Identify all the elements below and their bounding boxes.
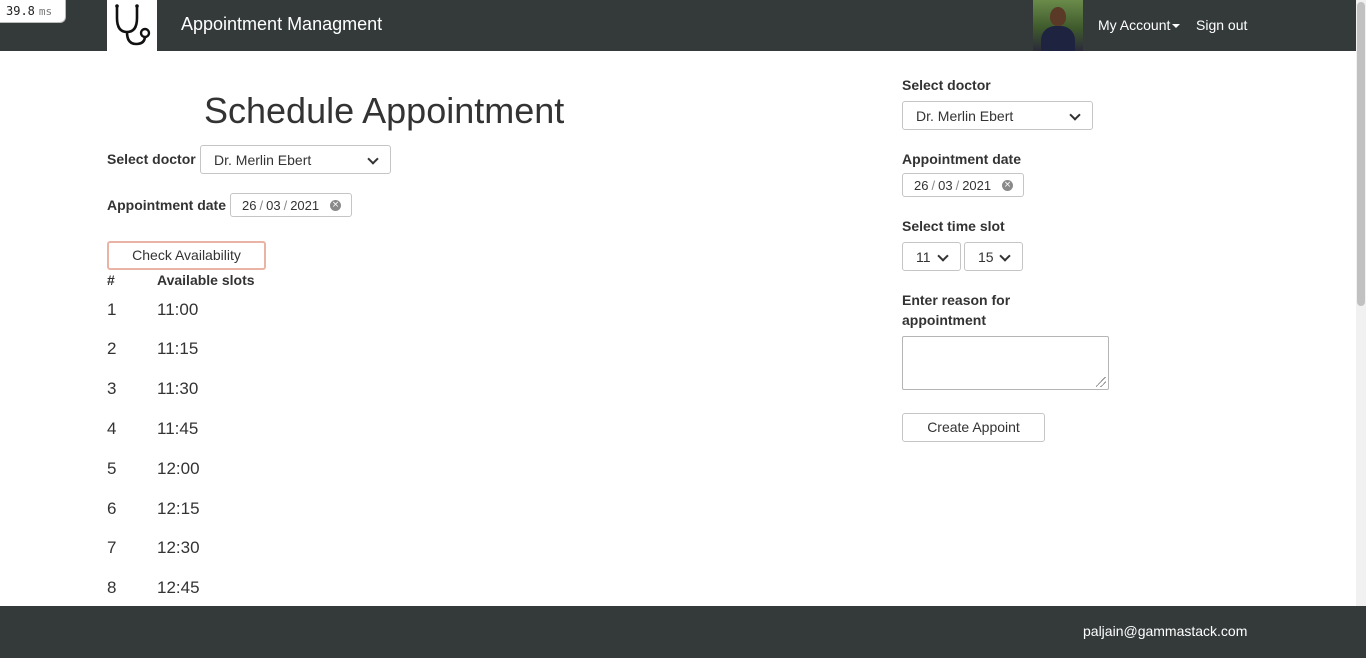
slot-time: 11:30 <box>157 379 199 398</box>
booking-date-month[interactable]: 03 <box>938 178 952 193</box>
appointment-date-label: Appointment date <box>107 197 226 213</box>
select-doctor-label: Select doctor <box>107 151 196 167</box>
render-time-badge: 39.8 ms <box>0 0 66 23</box>
slot-time: 11:45 <box>157 419 199 438</box>
chevron-down-icon <box>937 250 949 262</box>
clear-date-icon[interactable]: × <box>1002 180 1013 191</box>
my-account-dropdown[interactable]: My Account <box>1098 17 1181 33</box>
doctor-select[interactable]: Dr. Merlin Ebert <box>200 145 391 174</box>
chevron-down-icon <box>999 250 1011 262</box>
vertical-scrollbar[interactable] <box>1356 0 1366 606</box>
minute-value: 15 <box>978 249 994 265</box>
resize-grip-icon[interactable] <box>1096 377 1106 387</box>
booking-date-year[interactable]: 2021 <box>962 178 991 193</box>
page-title: Schedule Appointment <box>204 90 565 131</box>
slot-time: 11:00 <box>157 300 199 319</box>
check-availability-button[interactable]: Check Availability <box>107 241 266 270</box>
slot-number: 4 <box>107 419 117 438</box>
date-day[interactable]: 26 <box>242 198 256 213</box>
date-year[interactable]: 2021 <box>290 198 319 213</box>
slot-number: 7 <box>107 538 117 557</box>
avatar[interactable] <box>1033 0 1083 51</box>
booking-doctor-value: Dr. Merlin Ebert <box>916 108 1014 124</box>
top-navbar: Appointment Managment My Account Sign ou… <box>0 0 1356 51</box>
date-month[interactable]: 03 <box>266 198 280 213</box>
avatar-body <box>1041 26 1075 51</box>
my-account-label: My Account <box>1098 17 1171 33</box>
slot-number: 2 <box>107 339 117 358</box>
booking-date-label: Appointment date <box>902 151 1021 167</box>
booking-date-day[interactable]: 26 <box>914 178 928 193</box>
caret-down-icon <box>1172 24 1181 29</box>
slot-time: 12:00 <box>157 459 200 478</box>
footer-email: paljain@gammastack.com <box>1083 623 1248 639</box>
chevron-down-icon <box>367 153 379 165</box>
render-time-unit: ms <box>38 5 53 18</box>
minute-select[interactable]: 15 <box>964 242 1023 271</box>
slot-number: 8 <box>107 578 117 597</box>
slot-number: 3 <box>107 379 117 398</box>
logo[interactable] <box>107 0 157 51</box>
app-title[interactable]: Appointment Managment <box>181 14 382 35</box>
slots-header-number: # <box>107 272 115 288</box>
slot-time: 12:15 <box>157 499 200 518</box>
hour-value: 11 <box>916 249 931 265</box>
booking-doctor-select[interactable]: Dr. Merlin Ebert <box>902 101 1093 130</box>
avatar-head <box>1050 7 1066 26</box>
time-slot-label: Select time slot <box>902 218 1005 234</box>
slot-number: 6 <box>107 499 117 518</box>
hour-select[interactable]: 11 <box>902 242 961 271</box>
chevron-down-icon <box>1069 109 1081 121</box>
sign-out-link[interactable]: Sign out <box>1196 17 1247 33</box>
slot-time: 12:45 <box>157 578 200 597</box>
slot-time: 11:15 <box>157 339 199 358</box>
scrollbar-thumb[interactable] <box>1357 2 1365 306</box>
reason-label-line2: appointment <box>902 312 986 328</box>
footer: paljain@gammastack.com <box>0 606 1366 658</box>
doctor-select-value: Dr. Merlin Ebert <box>214 152 312 168</box>
render-time-value: 39.8 <box>6 4 35 18</box>
booking-doctor-label: Select doctor <box>902 77 991 93</box>
slots-header-available: Available slots <box>157 272 255 288</box>
appointment-date-input[interactable]: 26/03/2021 × <box>230 193 352 217</box>
slot-number: 1 <box>107 300 117 319</box>
stethoscope-icon <box>115 4 151 46</box>
reason-textarea[interactable] <box>902 336 1109 390</box>
create-appointment-button[interactable]: Create Appoint <box>902 413 1045 442</box>
slot-time: 12:30 <box>157 538 200 557</box>
slot-number: 5 <box>107 459 117 478</box>
booking-date-input[interactable]: 26/03/2021 × <box>902 173 1024 197</box>
reason-label-line1: Enter reason for <box>902 292 1011 308</box>
clear-date-icon[interactable]: × <box>330 200 341 211</box>
